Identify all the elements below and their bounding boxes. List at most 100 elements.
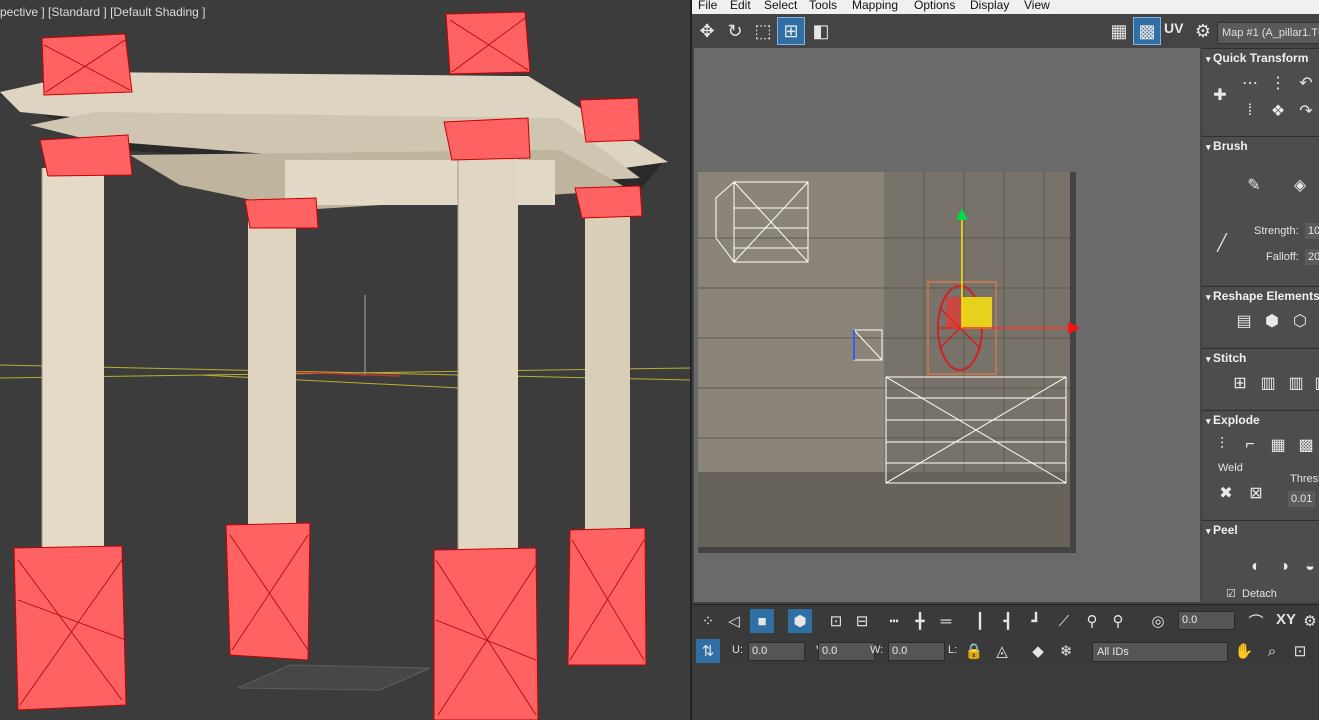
perspective-viewport[interactable]: pective ] [Standard ] [Default Shading ] <box>0 0 690 720</box>
element-mode-icon[interactable]: ⬢ <box>788 609 812 633</box>
stitch-target-icon[interactable]: ▥ <box>1284 371 1308 395</box>
show-icon[interactable]: ◆ <box>1026 639 1050 663</box>
threshold-label: Thresh <box>1290 473 1319 485</box>
stitch-source-icon[interactable]: ▥ <box>1256 371 1280 395</box>
unfold-icon[interactable]: ⬡ <box>1288 309 1312 333</box>
quick-transform-title[interactable]: Quick Transform <box>1206 51 1308 65</box>
rotate-ccw-icon[interactable]: ↶ <box>1294 71 1318 95</box>
menu-display[interactable]: Display <box>970 0 1009 12</box>
zoom-icon[interactable]: ⌕ <box>1260 639 1284 663</box>
align-vertical-icon[interactable]: ⋮ <box>1266 71 1290 95</box>
brush-falloff-icon[interactable]: ╱ <box>1210 231 1234 255</box>
rotate-cw-icon[interactable]: ↷ <box>1294 99 1318 123</box>
texture-icon[interactable]: ▩ <box>1133 17 1161 45</box>
angle-field[interactable]: 0.0 <box>1178 611 1235 630</box>
absolute-mode-icon[interactable]: ⇅ <box>696 639 720 663</box>
transform-toolbar: ⇅ U: 0.0 V: 0.0 W: 0.0 L: 🔒 ◬ ◆ ❄ All ID… <box>692 636 1319 666</box>
v-field[interactable]: 0.0 <box>818 642 875 661</box>
freeze-icon[interactable]: ❄ <box>1054 639 1078 663</box>
edge-mode-icon[interactable]: ◁ <box>722 609 746 633</box>
material-id-select[interactable]: All IDs <box>1092 642 1228 662</box>
threshold-field[interactable]: 0.01 <box>1288 491 1316 507</box>
rollout-peel: Peel ◐ ◑ ◒ ☑ Detach <box>1202 520 1319 602</box>
menu-options[interactable]: Options <box>914 0 955 12</box>
detach-checkbox[interactable]: ☑ <box>1226 587 1236 600</box>
stitch-custom-icon[interactable]: ⊞ <box>1228 371 1252 395</box>
rollout-stitch: Stitch ⊞ ▥ ▥ ▥ <box>1202 348 1319 409</box>
flatten-icon[interactable]: ⌐ <box>1238 433 1262 457</box>
falloff-type-icon[interactable]: ⚙ <box>1298 609 1319 633</box>
face-mode-icon[interactable]: ■ <box>750 609 774 633</box>
mirror-icon[interactable]: ◧ <box>808 18 834 44</box>
brush-shrink-icon[interactable]: ⚲ <box>1106 609 1130 633</box>
viewport-label[interactable]: pective ] [Standard ] [Default Shading ] <box>0 5 205 19</box>
lock-icon[interactable]: 🔒 <box>962 639 986 663</box>
u-field[interactable]: 0.0 <box>748 642 805 661</box>
uv-canvas[interactable] <box>694 48 1200 602</box>
settings-icon[interactable]: ⚙ <box>1190 18 1216 44</box>
menu-edit[interactable]: Edit <box>730 0 751 12</box>
rollout-quick-transform: Quick Transform ✚ ⋯ ⋮ ↶ ⁞ ❖ ↷ <box>1202 48 1319 135</box>
grow-icon[interactable]: ⊡ <box>824 609 848 633</box>
brush-select-icon[interactable]: ⟋ <box>1052 609 1076 633</box>
loop-grow-icon[interactable]: ╋ <box>908 609 932 633</box>
menu-tools[interactable]: Tools <box>809 0 837 12</box>
ring-shrink-icon[interactable]: ┫ <box>996 609 1020 633</box>
stitch-average-icon[interactable]: ▥ <box>1310 371 1319 395</box>
freeform-icon[interactable]: ⊞ <box>777 17 805 45</box>
map-select[interactable]: Map #1 (A_pillar1.TG <box>1217 22 1319 44</box>
checker-icon[interactable]: ▦ <box>1106 18 1132 44</box>
explode-title[interactable]: Explode <box>1206 413 1260 427</box>
menu-view[interactable]: View <box>1024 0 1050 12</box>
hide-icon[interactable]: ◬ <box>990 639 1014 663</box>
uv-label: UV <box>1164 20 1184 36</box>
pan-icon[interactable]: ✋ <box>1232 639 1256 663</box>
weld-all-icon[interactable]: ⊠ <box>1244 481 1268 505</box>
menu-file[interactable]: File <box>698 0 717 12</box>
weld-selected-icon[interactable]: ✖ <box>1214 481 1238 505</box>
stitch-title[interactable]: Stitch <box>1206 351 1246 365</box>
falloff-curve-icon[interactable]: ⌒ <box>1244 609 1268 633</box>
uv-layout <box>694 48 1200 602</box>
peel-mode-icon[interactable]: ◑ <box>1272 555 1296 579</box>
w-field[interactable]: 0.0 <box>888 642 945 661</box>
explode-grid-icon[interactable]: ▦ <box>1266 433 1290 457</box>
relax-icon[interactable]: ⬢ <box>1260 309 1284 333</box>
paint-select-icon[interactable]: ┛ <box>1024 609 1048 633</box>
distribute-icon[interactable]: ⁞ <box>1238 99 1262 123</box>
falloff-field[interactable]: 20 <box>1305 249 1319 265</box>
brush-title[interactable]: Brush <box>1206 139 1248 153</box>
strength-field[interactable]: 10 <box>1305 223 1319 239</box>
relax-brush-icon[interactable]: ◈ <box>1288 173 1312 197</box>
peel-reset-icon[interactable]: ◒ <box>1298 555 1319 579</box>
move-icon[interactable]: ✥ <box>694 18 720 44</box>
straighten-icon[interactable]: ▤ <box>1232 309 1256 333</box>
break-icon[interactable]: ⫶ <box>1210 433 1234 457</box>
shrink-icon[interactable]: ⊟ <box>850 609 874 633</box>
rotate-icon[interactable]: ↻ <box>722 18 748 44</box>
quick-peel-icon[interactable]: ◐ <box>1244 555 1268 579</box>
soft-selection-icon[interactable]: ◎ <box>1146 609 1170 633</box>
brush-grow-icon[interactable]: ⚲ <box>1080 609 1104 633</box>
rollout-reshape: Reshape Elements ▤ ⬢ ⬡ <box>1202 286 1319 347</box>
ring-icon[interactable]: ═ <box>934 609 958 633</box>
loop-icon[interactable]: ┅ <box>882 609 906 633</box>
menu-mapping[interactable]: Mapping <box>852 0 898 12</box>
zoom-region-icon[interactable]: ⊡ <box>1288 639 1312 663</box>
menu-bar: File Edit Select Tools Mapping Options D… <box>692 0 1319 14</box>
peel-title[interactable]: Peel <box>1206 523 1238 537</box>
pivot-icon[interactable]: ✚ <box>1208 83 1232 107</box>
align-horizontal-icon[interactable]: ⋯ <box>1238 71 1262 95</box>
reshape-title[interactable]: Reshape Elements <box>1206 289 1319 303</box>
xy-label[interactable]: XY <box>1276 611 1296 628</box>
scale-icon[interactable]: ⬚ <box>750 18 776 44</box>
vertex-mode-icon[interactable]: ⁘ <box>696 609 720 633</box>
paint-brush-icon[interactable]: ✎ <box>1242 173 1266 197</box>
ring-grow-icon[interactable]: ┃ <box>968 609 992 633</box>
strength-label: Strength: <box>1254 225 1299 237</box>
falloff-label: Falloff: <box>1266 251 1299 263</box>
command-panel: Quick Transform ✚ ⋯ ⋮ ↶ ⁞ ❖ ↷ Brush ✎ ◈ … <box>1202 48 1319 602</box>
menu-select[interactable]: Select <box>764 0 797 12</box>
spacing-icon[interactable]: ❖ <box>1266 99 1290 123</box>
explode-checker-icon[interactable]: ▩ <box>1294 433 1318 457</box>
